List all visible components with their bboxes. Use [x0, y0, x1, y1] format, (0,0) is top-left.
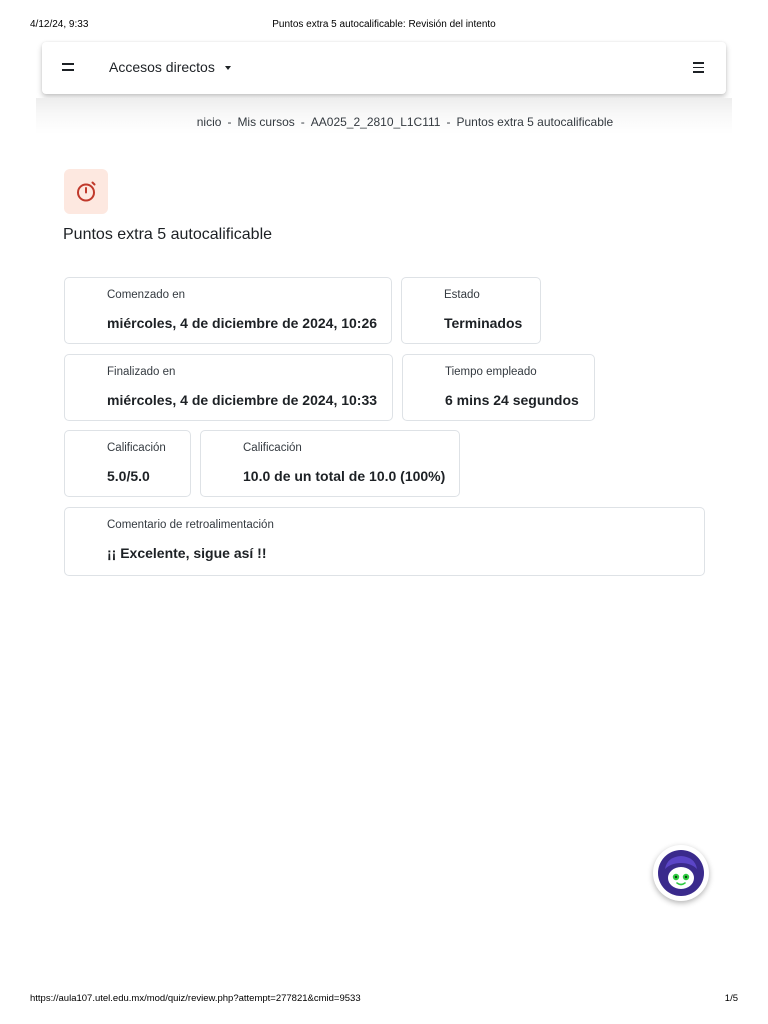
breadcrumb-item-home[interactable]: nicio [197, 115, 222, 129]
menu-lines-icon[interactable] [62, 63, 74, 72]
state-label: Estado [444, 289, 480, 301]
state-card: Estado Terminados [401, 277, 541, 344]
feedback-card: Comentario de retroalimentación ¡¡ Excel… [64, 507, 705, 576]
finished-card: Finalizado en miércoles, 4 de diciembre … [64, 354, 393, 421]
breadcrumb-item-my-courses[interactable]: Mis cursos [237, 115, 294, 129]
started-card: Comenzado en miércoles, 4 de diciembre d… [64, 277, 392, 344]
breadcrumb-item-quiz[interactable]: Puntos extra 5 autocalificable [456, 115, 613, 129]
breadcrumb-separator: - [300, 115, 305, 129]
marks-value: 5.0/5.0 [107, 468, 150, 484]
marks-label: Calificación [107, 442, 166, 454]
stopwatch-icon [77, 181, 96, 202]
chatbot-avatar-icon [658, 850, 704, 896]
print-page-number: 1/5 [724, 993, 738, 1004]
print-url: https://aula107.utel.edu.mx/mod/quiz/rev… [30, 993, 361, 1004]
finished-value: miércoles, 4 de diciembre de 2024, 10:33 [107, 392, 378, 408]
feedback-value: ¡¡ Excelente, sigue así !! [107, 545, 267, 561]
shortcuts-menu-button[interactable]: Accesos directos [109, 59, 215, 75]
hamburger-icon[interactable] [693, 62, 704, 73]
started-value: miércoles, 4 de diciembre de 2024, 10:26 [107, 315, 378, 331]
state-value: Terminados [444, 315, 523, 331]
print-document-title: Puntos extra 5 autocalificable: Revisión… [272, 19, 496, 30]
chat-bot-button[interactable] [653, 845, 709, 901]
grade-card: Calificación 10.0 de un total de 10.0 (1… [200, 430, 460, 497]
breadcrumb: nicio - Mis cursos - AA025_2_2810_L1C111- Pun… [0, 115, 768, 129]
feedback-label: Comentario de retroalimentación [107, 519, 274, 531]
grade-label: Calificación [243, 442, 302, 454]
quiz-activity-icon [64, 169, 108, 214]
started-label: Comenzado en [107, 289, 185, 301]
breadcrumb-item-course[interactable]: AA025_2_2810_L1C111 [311, 115, 441, 129]
time-taken-card: Tiempo empleado 6 mins 24 segundos [402, 354, 595, 421]
breadcrumb-separator: - [446, 115, 451, 129]
print-header: 4/12/24, 9:33 Puntos extra 5 autocalific… [0, 19, 768, 33]
finished-label: Finalizado en [107, 366, 176, 378]
marks-card: Calificación 5.0/5.0 [64, 430, 191, 497]
caret-down-icon[interactable] [225, 66, 231, 70]
breadcrumb-separator: - [227, 115, 232, 129]
time-taken-value: 6 mins 24 segundos [445, 392, 579, 408]
top-navbar: Accesos directos [42, 42, 726, 94]
grade-value: 10.0 de un total de 10.0 (100%) [243, 468, 446, 484]
page-title: Puntos extra 5 autocalificable [63, 226, 273, 243]
time-taken-label: Tiempo empleado [445, 366, 537, 378]
